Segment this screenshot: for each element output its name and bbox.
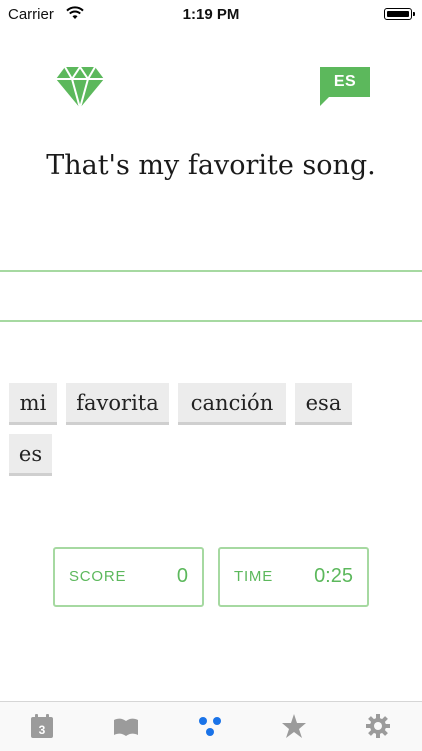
battery-icon — [384, 8, 415, 20]
practice-dots-icon — [199, 717, 221, 736]
answer-bottom-border — [0, 320, 422, 322]
book-icon — [114, 718, 138, 736]
tab-practice[interactable] — [168, 702, 252, 751]
tab-bar: 3 — [0, 701, 422, 751]
time-value: 0:25 — [314, 565, 353, 587]
language-badge[interactable]: ES — [320, 67, 370, 107]
calendar-icon: 3 — [31, 714, 53, 738]
calendar-day: 3 — [39, 723, 46, 737]
time-box: TIME 0:25 — [218, 547, 369, 607]
prompt-sentence: That's my favorite song. — [46, 150, 376, 181]
score-box: SCORE 0 — [53, 547, 204, 607]
word-tile-favorita[interactable]: favorita — [66, 383, 169, 425]
answer-drop-area[interactable] — [0, 272, 422, 320]
score-label: SCORE — [69, 568, 127, 585]
tab-calendar[interactable]: 3 — [0, 702, 84, 751]
status-bar: Carrier 1:19 PM — [0, 0, 422, 30]
tab-settings[interactable] — [336, 702, 420, 751]
word-tile-cancion[interactable]: canción — [178, 383, 286, 425]
word-tile-es[interactable]: es — [9, 434, 52, 476]
time-label: TIME — [234, 568, 274, 585]
gear-icon — [366, 714, 390, 738]
speech-bubble-tail — [320, 97, 329, 106]
score-value: 0 — [176, 565, 188, 587]
word-tile-mi[interactable]: mi — [9, 383, 57, 425]
tab-lessons[interactable] — [84, 702, 168, 751]
star-icon — [282, 714, 306, 738]
gem-icon[interactable] — [55, 65, 105, 109]
status-time: 1:19 PM — [182, 6, 240, 23]
language-code: ES — [320, 67, 370, 97]
word-tile-esa[interactable]: esa — [295, 383, 352, 425]
tab-favorites[interactable] — [252, 702, 336, 751]
